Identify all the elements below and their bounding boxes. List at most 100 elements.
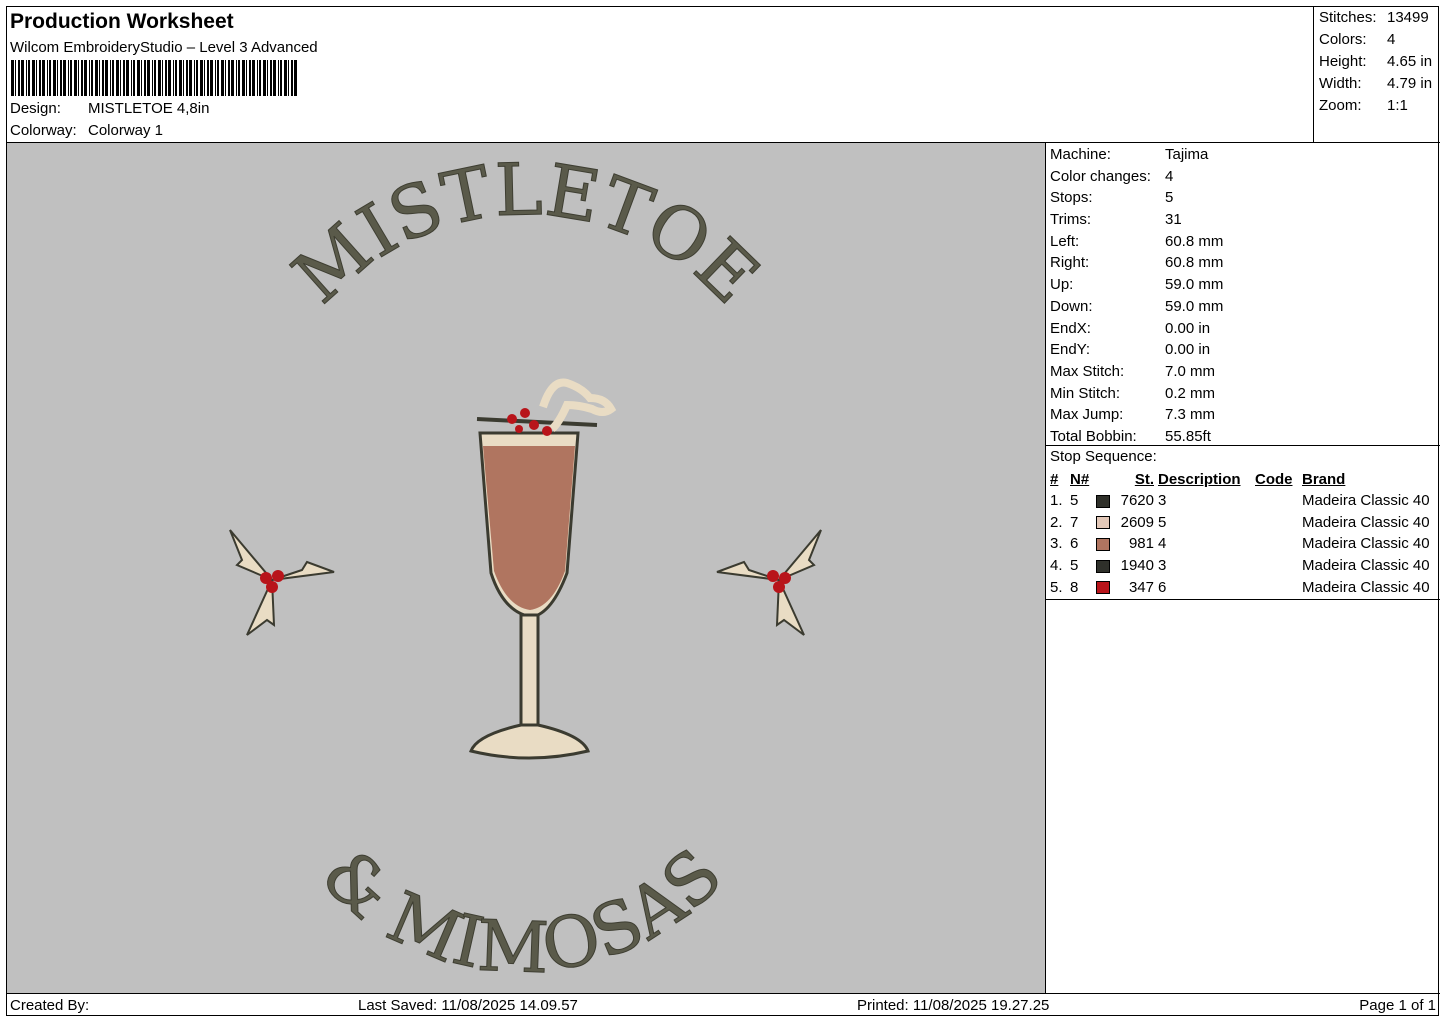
stop-sequence-title: Stop Sequence: bbox=[1050, 448, 1157, 465]
cell-brand: Madeira Classic 40 bbox=[1302, 535, 1430, 553]
machine-row: Color changes: 4 bbox=[1050, 168, 1440, 190]
machine-key: Up: bbox=[1050, 276, 1074, 294]
colorway-label: Colorway: bbox=[10, 122, 77, 139]
cell-idx: 1. bbox=[1050, 492, 1063, 510]
machine-key: Trims: bbox=[1050, 211, 1092, 229]
machine-row: Max Jump: 7.3 mm bbox=[1050, 406, 1440, 428]
summary-row: Colors: 4 bbox=[1319, 31, 1396, 48]
machine-value: 60.8 mm bbox=[1165, 254, 1224, 272]
machine-value: 59.0 mm bbox=[1165, 297, 1224, 315]
cell-swatch bbox=[1096, 555, 1118, 577]
cell-n: 8 bbox=[1070, 578, 1079, 596]
machine-row: Max Stitch: 7.0 mm bbox=[1050, 363, 1440, 385]
table-row: 3. 6 981 4 Madeira Classic 40 bbox=[1050, 533, 1436, 555]
machine-value: 7.3 mm bbox=[1165, 406, 1216, 424]
printed-date: Printed: 11/08/2025 19.27.25 bbox=[857, 997, 1050, 1014]
machine-value: 7.0 mm bbox=[1165, 362, 1216, 380]
summary-row: Height: 4.65 in bbox=[1319, 53, 1433, 70]
cell-idx: 4. bbox=[1050, 557, 1063, 575]
machine-row: Up: 59.0 mm bbox=[1050, 276, 1440, 298]
champagne-flute-icon bbox=[468, 378, 617, 760]
cell-swatch bbox=[1096, 533, 1118, 555]
machine-row: Right: 60.8 mm bbox=[1050, 254, 1440, 276]
machine-row: Down: 59.0 mm bbox=[1050, 298, 1440, 320]
cell-swatch bbox=[1096, 490, 1118, 512]
software-name: Wilcom EmbroideryStudio – Level 3 Advanc… bbox=[10, 39, 318, 56]
page-number: Page 1 of 1 bbox=[1359, 997, 1436, 1014]
machine-row: Trims: 31 bbox=[1050, 211, 1440, 233]
machine-key: Stops: bbox=[1050, 189, 1093, 207]
cell-brand: Madeira Classic 40 bbox=[1302, 513, 1430, 531]
design-preview: MISTLETOE & MIMOSAS bbox=[7, 143, 1046, 993]
design-row: Design: MISTLETOE 4,8in bbox=[10, 100, 209, 117]
machine-value: 0.2 mm bbox=[1165, 384, 1216, 402]
design-label: Design: bbox=[10, 100, 61, 117]
cell-brand: Madeira Classic 40 bbox=[1302, 557, 1430, 575]
cell-swatch bbox=[1096, 512, 1118, 534]
cell-st: 7620 bbox=[1120, 492, 1154, 510]
holly-left-icon bbox=[229, 529, 335, 636]
header-idx: # bbox=[1050, 471, 1059, 488]
machine-key: Max Jump: bbox=[1050, 406, 1124, 424]
page-title: Production Worksheet bbox=[10, 10, 234, 33]
barcode-image bbox=[11, 60, 297, 96]
machine-key: Machine: bbox=[1050, 146, 1111, 163]
machine-value: 59.0 mm bbox=[1165, 276, 1224, 294]
colorway-value: Colorway 1 bbox=[88, 122, 164, 139]
table-row: 4. 5 1940 3 Madeira Classic 40 bbox=[1050, 555, 1436, 577]
cell-code bbox=[1255, 512, 1302, 534]
machine-row: EndY: 0.00 in bbox=[1050, 341, 1440, 363]
machine-row: EndX: 0.00 in bbox=[1050, 320, 1440, 342]
cell-st: 347 bbox=[1128, 578, 1154, 596]
stop-sequence: Stop Sequence: # N# St. Description Code… bbox=[1046, 446, 1440, 600]
cell-brand: Madeira Classic 40 bbox=[1302, 578, 1430, 596]
cell-st: 1940 bbox=[1120, 557, 1154, 575]
worksheet-footer: Created By: Last Saved: 11/08/2025 14.09… bbox=[7, 993, 1440, 1017]
cell-code bbox=[1255, 555, 1302, 577]
machine-key: Min Stitch: bbox=[1050, 384, 1121, 402]
cell-n: 7 bbox=[1070, 513, 1079, 531]
worksheet-header: Production Worksheet Wilcom EmbroiderySt… bbox=[7, 7, 1314, 143]
design-top-text: MISTLETOE bbox=[277, 147, 775, 319]
machine-row: Machine: Tajima bbox=[1050, 146, 1440, 168]
machine-value: 55.85ft bbox=[1165, 427, 1211, 445]
table-row: 2. 7 2609 5 Madeira Classic 40 bbox=[1050, 512, 1436, 534]
machine-key: Max Stitch: bbox=[1050, 362, 1125, 380]
cell-code bbox=[1255, 576, 1302, 598]
machine-key: Color changes: bbox=[1050, 167, 1151, 185]
color-swatch bbox=[1096, 559, 1110, 573]
summary-row: Zoom: 1:1 bbox=[1319, 97, 1408, 114]
table-row: 1. 5 7620 3 Madeira Classic 40 bbox=[1050, 490, 1436, 512]
cell-code bbox=[1255, 533, 1302, 555]
color-swatch bbox=[1096, 494, 1110, 508]
cell-desc: 3 bbox=[1158, 557, 1167, 575]
design-bottom-text: & MIMOSAS bbox=[306, 832, 737, 989]
machine-value: 0.00 in bbox=[1165, 319, 1211, 337]
color-swatch bbox=[1096, 581, 1110, 595]
cell-desc: 4 bbox=[1158, 535, 1167, 553]
machine-key: Right: bbox=[1050, 254, 1090, 272]
machine-key: Down: bbox=[1050, 297, 1093, 315]
created-by: Created By: bbox=[10, 997, 90, 1014]
summary-row: Stitches: 13499 bbox=[1319, 9, 1429, 26]
machine-value: 5 bbox=[1165, 189, 1174, 207]
machine-value: 4 bbox=[1165, 167, 1174, 185]
colorway-row: Colorway: Colorway 1 bbox=[10, 122, 163, 139]
machine-key: Left: bbox=[1050, 232, 1080, 250]
production-worksheet: Production Worksheet Wilcom EmbroiderySt… bbox=[6, 6, 1440, 1017]
header-st: St. bbox=[1134, 471, 1154, 488]
table-header-row: # N# St. Description Code Brand bbox=[1050, 469, 1436, 490]
info-panel: Machine: Tajima Color changes: 4 Stops: 5 Trim… bbox=[1046, 143, 1440, 993]
header-swatch bbox=[1096, 469, 1118, 490]
cell-swatch bbox=[1096, 576, 1118, 598]
machine-value: Tajima bbox=[1165, 146, 1209, 163]
summary-box: Stitches: 13499 Colors: 4 Height: 4.65 in W… bbox=[1314, 7, 1440, 143]
design-value: MISTLETOE 4,8in bbox=[88, 100, 210, 117]
table-row: 5. 8 347 6 Madeira Classic 40 bbox=[1050, 576, 1436, 598]
header-brand: Brand bbox=[1302, 471, 1346, 488]
stop-sequence-table: # N# St. Description Code Brand 1. 5 7620 3… bbox=[1050, 469, 1436, 598]
cell-desc: 6 bbox=[1158, 578, 1167, 596]
cell-code bbox=[1255, 490, 1302, 512]
machine-key: EndX: bbox=[1050, 319, 1091, 337]
cell-idx: 3. bbox=[1050, 535, 1063, 553]
